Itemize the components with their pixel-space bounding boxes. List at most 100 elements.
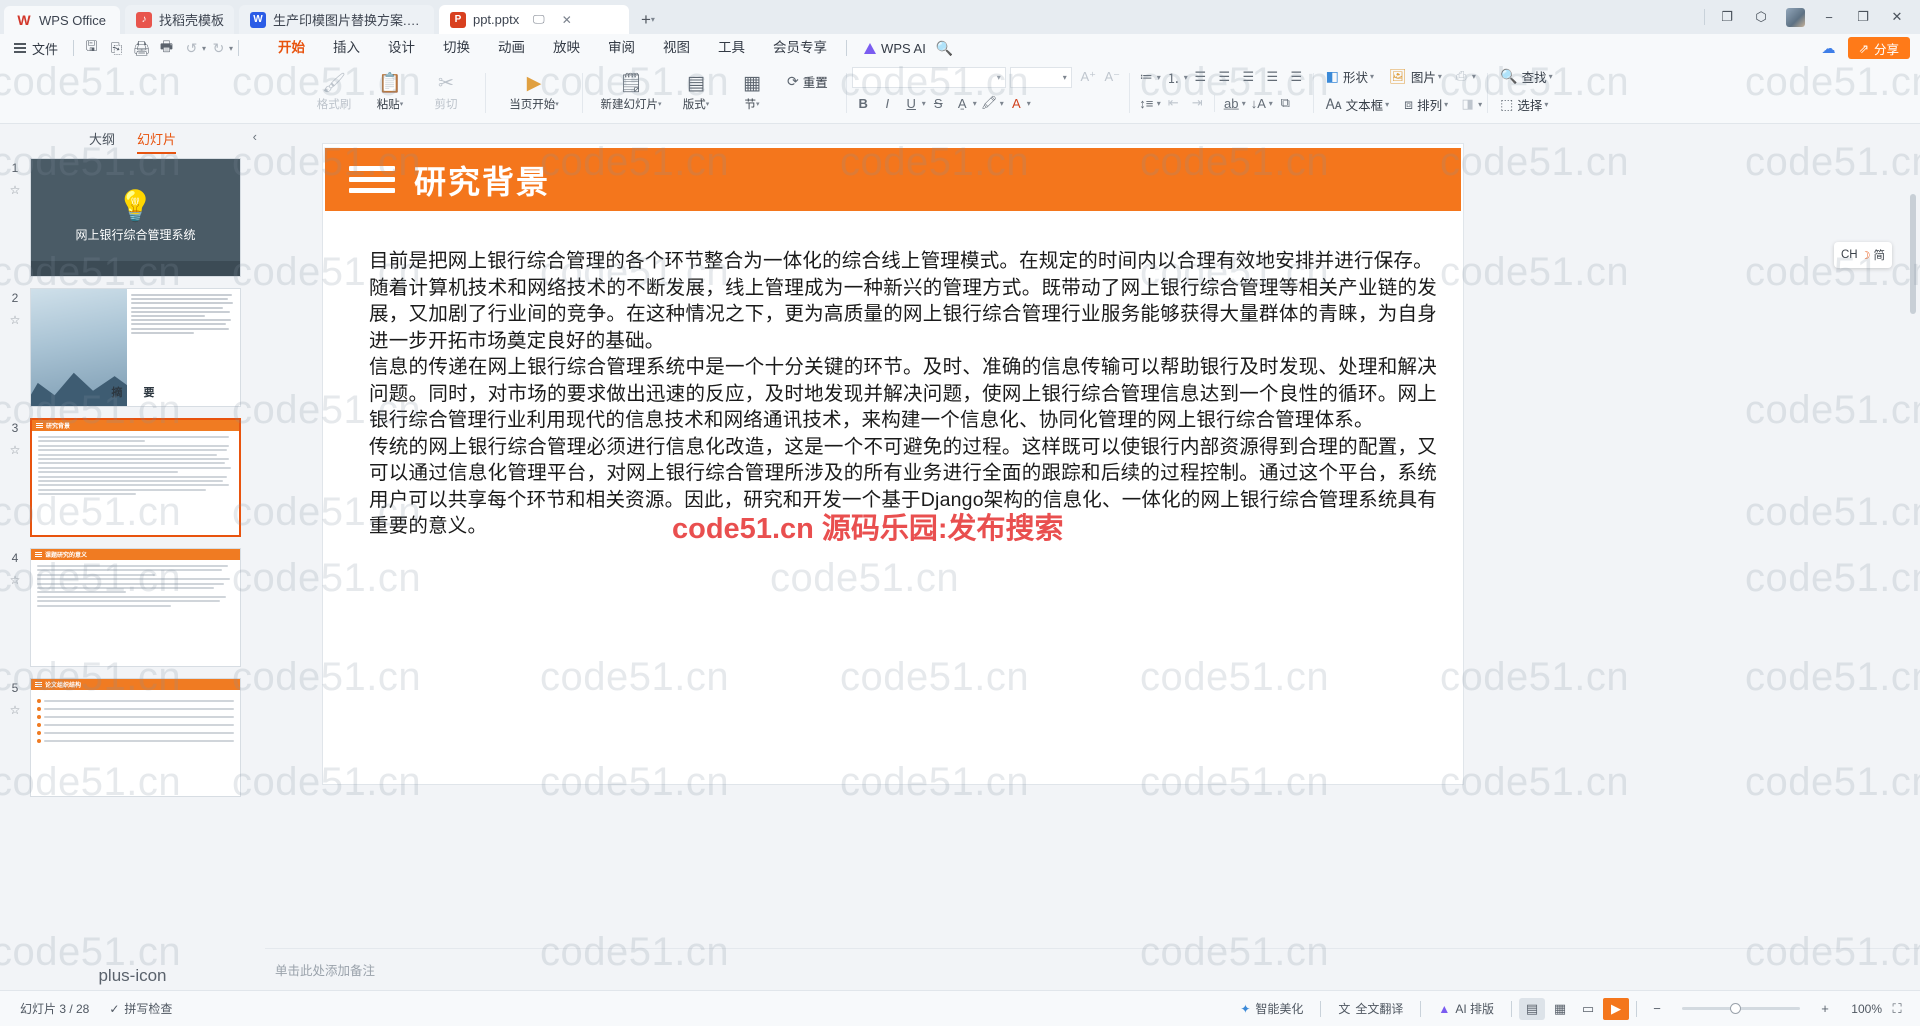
- ribbon-tab-transition[interactable]: 切换: [429, 34, 484, 62]
- thumbnail-list[interactable]: 1 ☆ 💡 网上银行综合管理系统 2 ☆ 摘 要 3 ☆ 研究背景 4 ☆ 课题…: [0, 154, 265, 960]
- zoom-percentage[interactable]: 100%: [1840, 1002, 1882, 1016]
- thumbnail-preview[interactable]: 摘 要: [30, 288, 241, 407]
- chevron-down-icon[interactable]: ▾: [1157, 73, 1161, 82]
- chevron-left-icon[interactable]: ‹: [253, 129, 257, 144]
- thumbnail-preview[interactable]: 课题研究的意义: [30, 548, 241, 667]
- chevron-down-icon[interactable]: ▾: [555, 100, 559, 108]
- tab-powerpoint-active[interactable]: P ppt.pptx 🖵 ✕: [438, 5, 629, 34]
- chevron-down-icon[interactable]: ▾: [1472, 72, 1476, 81]
- ai-layout-button[interactable]: ▲ AI 排版: [1428, 1000, 1504, 1017]
- current-slide[interactable]: 研究背景 目前是把网上银行综合管理的各个环节整合为一体化的综合线上管理模式。在规…: [323, 144, 1463, 784]
- slideshow-icon[interactable]: ▶: [1603, 997, 1629, 1020]
- smart-typeset-button[interactable]: ✦ 智能美化: [1230, 1000, 1313, 1017]
- close-tab-icon[interactable]: ✕: [558, 11, 575, 28]
- close-button[interactable]: ✕: [1880, 2, 1914, 32]
- chevron-down-icon[interactable]: ▾: [1370, 72, 1374, 81]
- avatar[interactable]: [1778, 2, 1812, 32]
- fit-to-window-icon[interactable]: ⛶: [1884, 998, 1910, 1020]
- format-painter-button[interactable]: 🖌 格式刷: [306, 65, 362, 121]
- bullet-list-icon[interactable]: ≔: [1135, 67, 1158, 88]
- thumbnail-item-selected[interactable]: 3 ☆ 研究背景: [0, 418, 265, 537]
- italic-icon[interactable]: I: [876, 93, 899, 114]
- reset-button[interactable]: ⟳ 重置: [780, 70, 835, 93]
- chevron-down-icon[interactable]: ▾: [1000, 99, 1004, 108]
- speaker-notes-area[interactable]: 单击此处添加备注: [265, 948, 1920, 990]
- reading-view-icon[interactable]: ▭: [1575, 998, 1601, 1020]
- normal-view-icon[interactable]: ▤: [1519, 997, 1545, 1020]
- font-color-icon[interactable]: A: [1005, 93, 1028, 114]
- redo-dropdown-icon[interactable]: ▾: [229, 44, 233, 53]
- star-icon[interactable]: ☆: [10, 443, 21, 457]
- spellcheck-status[interactable]: ✓ 拼写检查: [99, 1000, 182, 1017]
- wps-ai-button[interactable]: WPS AI: [864, 41, 926, 56]
- new-slide-button[interactable]: 🗒 新建幻灯片 ▾: [594, 65, 668, 121]
- shapes-button[interactable]: ◧ 形状 ▾: [1319, 65, 1381, 88]
- find-button[interactable]: 🔍 查找 ▾: [1493, 65, 1559, 88]
- thumbnail-item[interactable]: 1 ☆ 💡 网上银行综合管理系统: [0, 158, 265, 277]
- thumbnail-item[interactable]: 4 ☆ 课题研究的意义: [0, 548, 265, 667]
- chevron-down-icon[interactable]: ▾: [1438, 72, 1442, 81]
- chevron-down-icon[interactable]: ▾: [756, 100, 760, 108]
- tab-outline[interactable]: 大纲: [89, 129, 115, 148]
- thumbnail-preview[interactable]: 💡 网上银行综合管理系统: [30, 158, 241, 277]
- slide-title-bar[interactable]: 研究背景: [325, 148, 1461, 211]
- text-highlight-icon[interactable]: 🖍: [978, 93, 1001, 114]
- arrange-button[interactable]: ⧈ 排列 ▾: [1397, 93, 1455, 116]
- align-left-icon[interactable]: ☰: [1189, 67, 1212, 88]
- font-size-select[interactable]: ▾: [1009, 66, 1072, 88]
- char-spacing-icon[interactable]: A̱: [951, 93, 974, 114]
- chevron-down-icon[interactable]: ▾: [651, 15, 655, 24]
- zoom-in-icon[interactable]: +: [1812, 998, 1838, 1020]
- chevron-down-icon[interactable]: ▾: [706, 100, 710, 108]
- chevron-down-icon[interactable]: ▾: [1385, 100, 1389, 109]
- chevron-down-icon[interactable]: ▾: [1549, 72, 1553, 81]
- zoom-out-icon[interactable]: −: [1644, 998, 1670, 1020]
- save-icon[interactable]: 🖫: [79, 36, 104, 60]
- slide-body-text[interactable]: 目前是把网上银行综合管理的各个环节整合为一体化的综合线上管理模式。在规定的时间内…: [369, 248, 1437, 684]
- minimize-button[interactable]: −: [1812, 2, 1846, 32]
- chevron-down-icon[interactable]: ▾: [1242, 99, 1246, 108]
- zoom-slider-knob[interactable]: [1730, 1003, 1741, 1014]
- chevron-down-icon[interactable]: ▾: [658, 100, 662, 108]
- zoom-slider[interactable]: [1682, 1003, 1800, 1014]
- chevron-down-icon[interactable]: ▾: [1444, 100, 1448, 109]
- new-tab-button[interactable]: + ▾: [635, 5, 661, 34]
- ribbon-tab-review[interactable]: 审阅: [594, 34, 649, 62]
- chevron-down-icon[interactable]: ▾: [973, 99, 977, 108]
- justify-icon[interactable]: ☰: [1261, 67, 1284, 88]
- print-icon[interactable]: 🖨: [129, 36, 154, 60]
- screenshot-icon[interactable]: ⎙: [1450, 66, 1473, 87]
- chevron-down-icon[interactable]: ▾: [1544, 100, 1548, 109]
- thumbnail-preview[interactable]: 论文组织结构: [30, 678, 241, 797]
- ribbon-tab-home[interactable]: 开始: [264, 34, 319, 62]
- thumbnail-item[interactable]: 2 ☆ 摘 要: [0, 288, 265, 407]
- textbox-button[interactable]: 🗛 文本框 ▾: [1319, 93, 1396, 116]
- play-from-current-button[interactable]: ▶ 当页开始 ▾: [497, 65, 571, 121]
- slide-editor-canvas[interactable]: 研究背景 目前是把网上银行综合管理的各个环节整合为一体化的综合线上管理模式。在规…: [265, 124, 1920, 990]
- increase-indent-icon[interactable]: ⇥: [1186, 93, 1209, 114]
- section-button[interactable]: ▦ 节 ▾: [724, 65, 780, 121]
- decrease-indent-icon[interactable]: ⇤: [1162, 93, 1185, 114]
- distribute-icon[interactable]: ☰: [1285, 67, 1308, 88]
- app-cube-icon[interactable]: ⬡: [1744, 2, 1778, 32]
- vertical-scrollbar[interactable]: [1908, 124, 1918, 990]
- cloud-sync-icon[interactable]: ☁: [1818, 37, 1840, 59]
- add-slide-button[interactable]: plus-icon: [0, 966, 265, 986]
- ribbon-tab-insert[interactable]: 插入: [319, 34, 374, 62]
- text-direction-icon[interactable]: a̲b̲: [1220, 93, 1243, 114]
- maximize-button[interactable]: ❐: [1846, 2, 1880, 32]
- star-icon[interactable]: ☆: [10, 703, 21, 717]
- quick-style-icon[interactable]: ◨: [1456, 94, 1479, 115]
- sorter-view-icon[interactable]: ▦: [1547, 998, 1573, 1020]
- chevron-down-icon[interactable]: ▾: [1184, 73, 1188, 82]
- translate-button[interactable]: 文 全文翻译: [1328, 1000, 1413, 1017]
- present-monitor-icon[interactable]: 🖵: [530, 11, 547, 28]
- ribbon-tab-view[interactable]: 视图: [649, 34, 704, 62]
- undo-icon[interactable]: ↺: [179, 36, 204, 60]
- line-spacing-icon[interactable]: ↕≡: [1135, 93, 1158, 114]
- strikethrough-icon[interactable]: S: [927, 93, 950, 114]
- search-icon[interactable]: 🔍: [932, 36, 957, 60]
- align-text-icon[interactable]: ↓A: [1247, 93, 1270, 114]
- chevron-down-icon[interactable]: ▾: [1027, 99, 1031, 108]
- tab-word-document[interactable]: W 生产印模图片替换方案.docx: [238, 5, 434, 34]
